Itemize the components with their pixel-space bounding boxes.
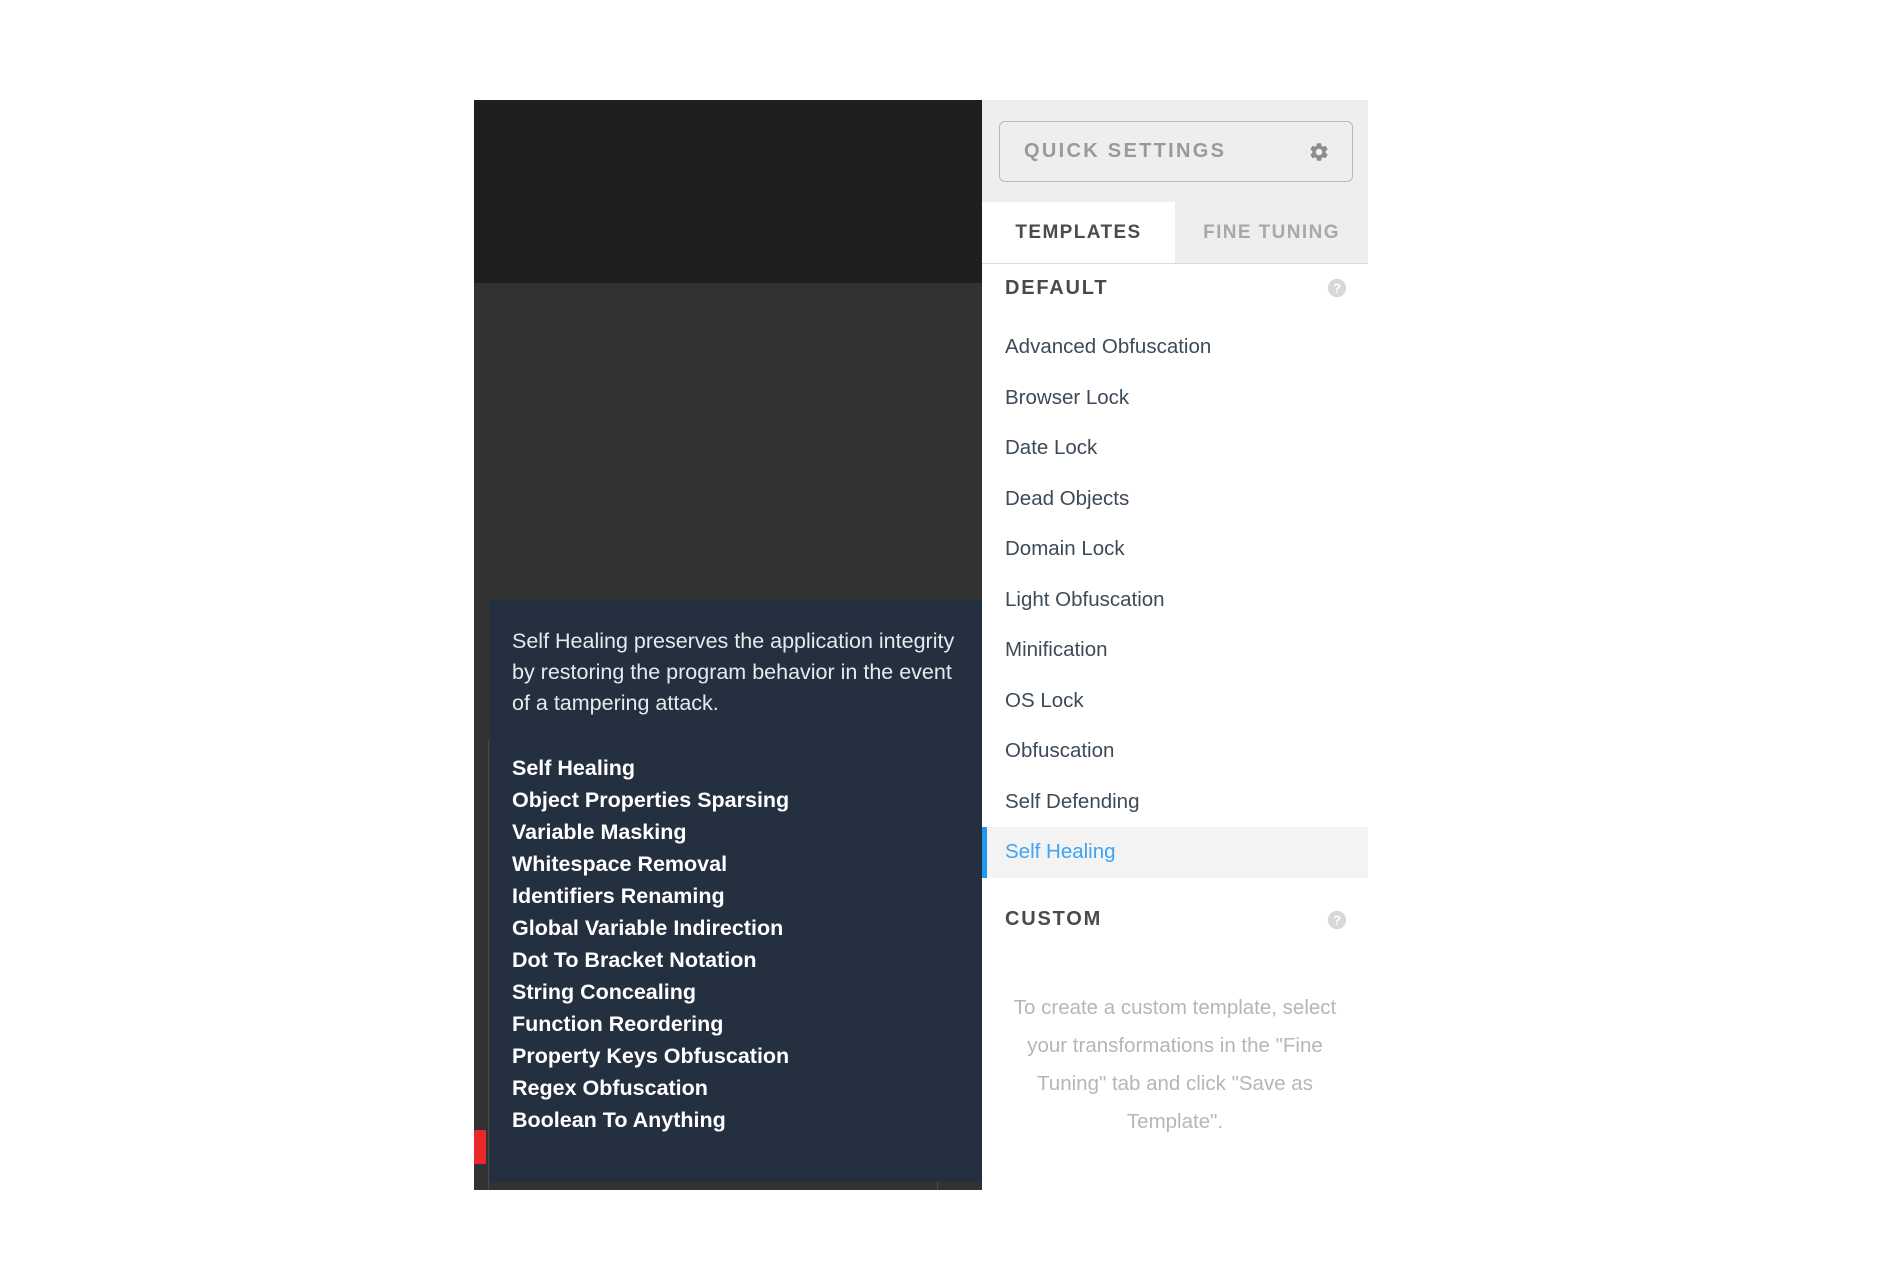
quick-settings-button[interactable]: QUICK SETTINGS: [999, 121, 1353, 182]
template-list-item[interactable]: Minification: [982, 625, 1368, 676]
tab-fine-tuning-label: FINE TUNING: [1203, 221, 1340, 243]
panel-tabs: TEMPLATES FINE TUNING: [982, 202, 1368, 264]
default-section-header: DEFAULT ?: [982, 264, 1368, 312]
tooltip-transformation-item: Boolean To Anything: [512, 1108, 726, 1132]
template-item-label: Minification: [1005, 638, 1108, 662]
template-item-label: Self Defending: [1005, 789, 1140, 813]
tooltip-transformation-item: Function Reordering: [512, 1012, 724, 1036]
template-item-label: Browser Lock: [1005, 385, 1130, 409]
template-item-label: Advanced Obfuscation: [1005, 335, 1212, 359]
tooltip-transformation-item: Global Variable Indirection: [512, 916, 784, 940]
template-description-tooltip: Self Healing preserves the application i…: [490, 600, 982, 1182]
svg-text:?: ?: [1333, 281, 1341, 296]
template-item-label: Domain Lock: [1005, 537, 1125, 561]
tooltip-transformation-item: Whitespace Removal: [512, 852, 728, 876]
template-list-item[interactable]: Domain Lock: [982, 524, 1368, 575]
custom-section-title: CUSTOM: [1005, 908, 1103, 930]
template-item-label: Obfuscation: [1005, 739, 1115, 763]
tooltip-transformation-item: String Concealing: [512, 980, 696, 1004]
tab-templates[interactable]: TEMPLATES: [982, 202, 1175, 263]
editor-toolbar: [474, 100, 982, 283]
tab-templates-label: TEMPLATES: [1015, 221, 1142, 243]
template-list-item[interactable]: Browser Lock: [982, 373, 1368, 424]
template-list-item[interactable]: Advanced Obfuscation: [982, 322, 1368, 373]
template-item-label: Dead Objects: [1005, 486, 1130, 510]
default-templates-list: Advanced Obfuscation Browser Lock Date Loc…: [982, 322, 1368, 878]
gutter-error-marker: [474, 1130, 486, 1164]
help-circle-icon[interactable]: ?: [1326, 277, 1348, 299]
template-item-label: Light Obfuscation: [1005, 587, 1165, 611]
template-list-item[interactable]: Date Lock: [982, 423, 1368, 474]
quick-settings-label: QUICK SETTINGS: [1024, 140, 1227, 162]
template-item-label: OS Lock: [1005, 688, 1084, 712]
tooltip-transformation-item: Regex Obfuscation: [512, 1076, 708, 1100]
tooltip-transformation-item: Dot To Bracket Notation: [512, 948, 757, 972]
tooltip-description-text: Self Healing preserves the application i…: [512, 629, 955, 715]
template-list-item[interactable]: OS Lock: [982, 676, 1368, 727]
app-root: Self Healing preserves the application i…: [0, 0, 1880, 1280]
template-item-label: Self Healing: [1005, 840, 1116, 864]
tooltip-transformation-item: Property Keys Obfuscation: [512, 1044, 790, 1068]
template-item-label: Date Lock: [1005, 436, 1098, 460]
panel-body: DEFAULT ? Advanced Obfuscation Browser Lo…: [982, 264, 1368, 1190]
tooltip-transformation-item: Variable Masking: [512, 820, 687, 844]
tooltip-transformation-item: Object Properties Sparsing: [512, 788, 790, 812]
template-list-item[interactable]: Self Healing: [982, 827, 1368, 878]
custom-empty-message: To create a custom template, select your…: [1013, 995, 1337, 1133]
tab-fine-tuning[interactable]: FINE TUNING: [1175, 202, 1368, 263]
custom-section-header: CUSTOM ?: [982, 896, 1368, 944]
gear-icon[interactable]: [1308, 141, 1330, 163]
quick-settings-panel: QUICK SETTINGS TEMPLATES FINE TUNING DEF…: [982, 100, 1368, 1190]
tooltip-transformations-list: Self Healing Object Properties Sparsing Va…: [512, 752, 952, 1136]
template-list-item[interactable]: Dead Objects: [982, 474, 1368, 525]
template-list-item[interactable]: Self Defending: [982, 777, 1368, 828]
help-circle-icon[interactable]: ?: [1326, 909, 1348, 931]
svg-text:?: ?: [1333, 912, 1341, 927]
panel-header: QUICK SETTINGS: [982, 100, 1368, 202]
tooltip-transformation-item: Self Healing: [512, 756, 636, 780]
template-list-item[interactable]: Obfuscation: [982, 726, 1368, 777]
default-section-title: DEFAULT: [1005, 276, 1109, 299]
tooltip-transformation-item: Identifiers Renaming: [512, 884, 725, 908]
template-list-item[interactable]: Light Obfuscation: [982, 575, 1368, 626]
